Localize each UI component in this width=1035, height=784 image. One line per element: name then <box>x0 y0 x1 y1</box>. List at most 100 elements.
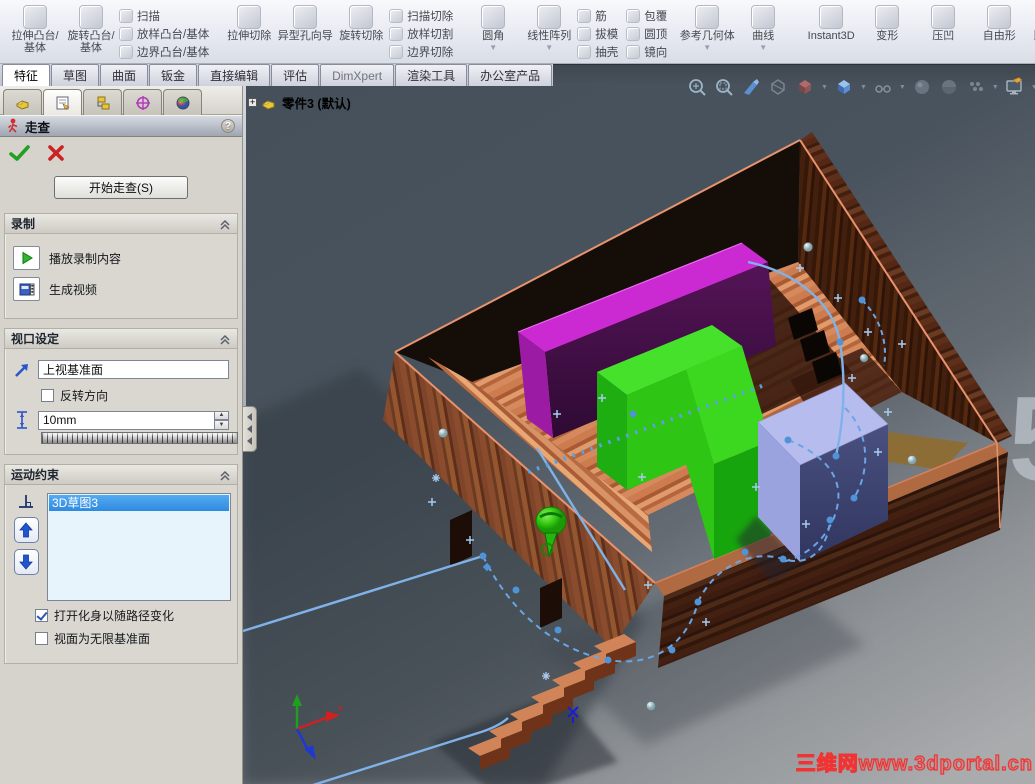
tab-direct-editing[interactable]: 直接编辑 <box>198 64 271 86</box>
list-item-selected[interactable]: 3D草图3 <box>49 495 229 511</box>
boundary-cut-button[interactable]: 边界切除 <box>389 43 453 61</box>
cut-stack: 扫描切除 放样切割 边界切除 <box>389 3 453 61</box>
height-ruler-slider[interactable] <box>41 432 238 444</box>
cancel-x-icon[interactable] <box>47 144 65 162</box>
motion-constraints-header[interactable]: 运动约束 <box>5 465 237 485</box>
extrude-cut-button[interactable]: 拉伸切除 <box>221 3 277 42</box>
revolve-cut-button[interactable]: 旋转切除 <box>333 3 389 42</box>
create-video-button[interactable] <box>13 277 40 301</box>
button-label: 异型孔向导 <box>277 30 333 42</box>
record-section-header[interactable]: 录制 <box>5 214 237 234</box>
curves-button[interactable]: 曲线 ▼ <box>735 3 791 52</box>
chevron-down-icon[interactable]: ▼ <box>703 44 711 52</box>
zoom-to-area-icon[interactable] <box>713 76 735 98</box>
graphics-viewport[interactable]: 5 <box>243 77 1035 784</box>
extrude-boss-button[interactable]: 拉伸凸台/基体 <box>7 3 63 55</box>
ok-check-icon[interactable] <box>9 144 31 162</box>
scale-button[interactable]: 比例缩放 <box>1027 3 1035 42</box>
spin-up-button[interactable]: ▲ <box>214 410 229 420</box>
plane-input[interactable] <box>38 360 229 379</box>
tree-expand-box[interactable]: + <box>248 98 257 107</box>
loft-boss-icon <box>119 27 133 41</box>
zoom-to-fit-icon[interactable] <box>686 76 708 98</box>
wrap-button[interactable]: 包覆 <box>626 7 667 25</box>
tree-item-label[interactable]: 零件3 (默认) <box>282 93 351 112</box>
tab-property-manager[interactable] <box>43 89 82 115</box>
tab-office-products[interactable]: 办公室产品 <box>468 64 553 86</box>
loft-boss-button[interactable]: 放样凸台/基体 <box>119 25 209 43</box>
viewport-settings-header[interactable]: 视口设定 <box>5 329 237 349</box>
boundary-boss-button[interactable]: 边界凸台/基体 <box>119 43 209 61</box>
indent-button[interactable]: 压凹 <box>915 3 971 42</box>
hole-wizard-button[interactable]: 异型孔向导 <box>277 3 333 42</box>
sweep-button[interactable]: 扫描 <box>119 7 209 25</box>
sketch-path-list[interactable]: 3D草图3 <box>47 493 231 601</box>
tab-feature-tree[interactable] <box>3 89 42 115</box>
tab-features[interactable]: 特征 <box>2 64 51 86</box>
rib-button[interactable]: 筋 <box>577 7 618 25</box>
collapse-chevron-icon[interactable] <box>219 333 231 345</box>
tab-dimxpert[interactable]: DimXpert <box>320 64 395 86</box>
view-settings-icon[interactable] <box>1004 76 1026 98</box>
apply-scene-icon[interactable] <box>938 76 960 98</box>
linear-pattern-button[interactable]: 线性阵列 ▼ <box>521 3 577 52</box>
infinite-plane-checkbox[interactable] <box>35 632 48 645</box>
camera-options-icon[interactable] <box>965 76 987 98</box>
chevron-down-icon[interactable]: ▼ <box>992 84 999 91</box>
instant3d-button[interactable]: Instant3D <box>803 3 859 42</box>
tab-display-manager[interactable] <box>163 89 202 115</box>
dome-button[interactable]: 圆顶 <box>626 25 667 43</box>
section-view-icon[interactable] <box>767 76 789 98</box>
tab-configuration-manager[interactable] <box>83 89 122 115</box>
chevron-down-icon[interactable]: ▼ <box>821 84 828 91</box>
sweep-cut-button[interactable]: 扫描切除 <box>389 7 453 25</box>
deform-icon <box>875 5 900 29</box>
hide-show-items-icon[interactable] <box>872 76 894 98</box>
spin-down-button[interactable]: ▼ <box>214 420 229 430</box>
collapse-chevron-icon[interactable] <box>219 469 231 481</box>
reference-geometry-button[interactable]: 参考几何体 ▼ <box>679 3 735 52</box>
tab-dimxpert-manager[interactable] <box>123 89 162 115</box>
edit-appearance-icon[interactable] <box>911 76 933 98</box>
tab-evaluate[interactable]: 评估 <box>271 64 320 86</box>
chevron-down-icon[interactable]: ▼ <box>759 44 767 52</box>
revolve-boss-button[interactable]: 旋转凸台/基体 <box>63 3 119 55</box>
view-orientation-icon[interactable] <box>740 76 762 98</box>
chevron-down-icon[interactable]: ▼ <box>545 44 553 52</box>
chevron-down-icon[interactable]: ▼ <box>860 84 867 91</box>
reverse-direction-checkbox[interactable] <box>41 389 54 402</box>
collapse-chevron-icon[interactable] <box>219 218 231 230</box>
3d-scene[interactable]: 5 <box>243 86 1035 784</box>
tab-sheet-metal[interactable]: 钣金 <box>149 64 198 86</box>
ok-cancel-row <box>0 137 242 164</box>
view-cube-icon[interactable] <box>833 76 855 98</box>
freeform-button[interactable]: 自由形 <box>971 3 1027 42</box>
down-arrow-icon <box>19 554 33 570</box>
chevron-down-icon[interactable]: ▼ <box>1031 84 1035 91</box>
tab-surfaces[interactable]: 曲面 <box>100 64 149 86</box>
button-label: 曲线 <box>752 30 775 42</box>
fillet-button[interactable]: 圆角 ▼ <box>465 3 521 52</box>
help-icon[interactable]: ? <box>221 119 235 133</box>
shell-button[interactable]: 抽壳 <box>577 43 618 61</box>
property-manager-title-bar: 走查 ? <box>0 115 242 137</box>
section-title: 运动约束 <box>11 468 60 482</box>
loft-cut-button[interactable]: 放样切割 <box>389 25 453 43</box>
deform-button[interactable]: 变形 <box>859 3 915 42</box>
reference-group: 参考几何体 ▼ 曲线 ▼ <box>674 1 796 63</box>
draft-button[interactable]: 拔模 <box>577 25 618 43</box>
chevron-down-icon[interactable]: ▼ <box>899 84 906 91</box>
display-style-icon[interactable] <box>794 76 816 98</box>
move-down-button[interactable] <box>13 549 39 575</box>
play-recording-button[interactable] <box>13 246 40 270</box>
chevron-down-icon[interactable]: ▼ <box>489 44 497 52</box>
move-up-button[interactable] <box>13 517 39 543</box>
follow-path-checkbox[interactable] <box>35 609 48 622</box>
panel-flyout-handle[interactable] <box>243 406 257 452</box>
wrap-icon <box>626 9 641 23</box>
height-input[interactable] <box>38 410 214 430</box>
tab-sketch[interactable]: 草图 <box>51 64 100 86</box>
start-walkthrough-button[interactable]: 开始走查(S) <box>54 176 188 199</box>
mirror-button[interactable]: 镜向 <box>626 43 667 61</box>
tab-render-tools[interactable]: 渲染工具 <box>395 64 468 86</box>
